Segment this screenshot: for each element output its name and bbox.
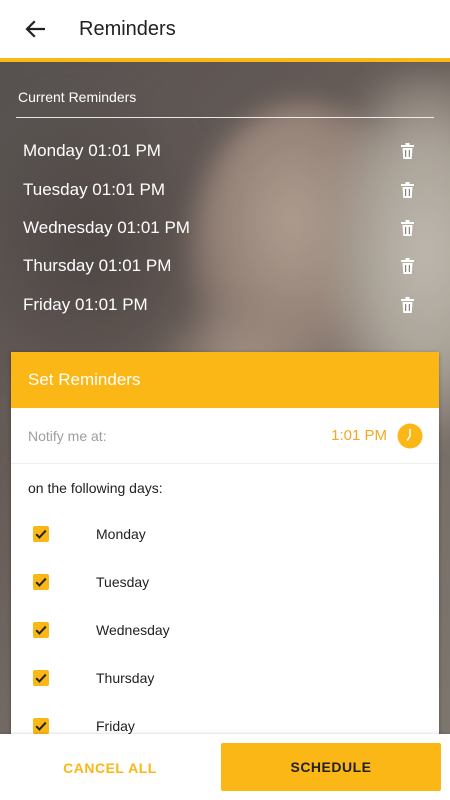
checkmark-icon [35, 529, 47, 539]
bottom-action-bar: CANCEL ALL SCHEDULE [0, 734, 450, 800]
checkbox[interactable] [33, 574, 49, 590]
app-bar: Reminders [0, 0, 450, 58]
reminder-label: Friday 01:01 PM [23, 294, 148, 314]
reminder-label: Thursday 01:01 PM [23, 256, 172, 276]
checkmark-icon [35, 625, 47, 635]
reminder-row: Tuesday 01:01 PM [0, 170, 450, 208]
checkmark-icon [35, 577, 47, 587]
day-label: Thursday [96, 670, 155, 686]
day-option[interactable]: Thursday [11, 654, 439, 702]
trash-icon[interactable] [400, 219, 414, 236]
notify-time-row[interactable]: Notify me at: 1:01 PM [11, 408, 439, 464]
reminder-label: Wednesday 01:01 PM [23, 217, 190, 237]
reminder-row: Thursday 01:01 PM [0, 247, 450, 285]
trash-icon[interactable] [400, 296, 414, 313]
checkbox[interactable] [33, 718, 49, 734]
reminder-row: Monday 01:01 PM [0, 132, 450, 170]
reminder-row: Wednesday 01:01 PM [0, 209, 450, 247]
day-option[interactable]: Monday [11, 510, 439, 558]
back-button[interactable] [0, 0, 70, 58]
trash-icon[interactable] [400, 143, 414, 160]
checkbox[interactable] [33, 622, 49, 638]
day-label: Tuesday [96, 574, 150, 590]
current-reminders-heading: Current Reminders [18, 89, 137, 105]
checkbox[interactable] [33, 670, 49, 686]
reminder-row: Friday 01:01 PM [0, 286, 450, 324]
day-label: Wednesday [96, 622, 170, 638]
current-reminders-list: Monday 01:01 PM Tuesday 01:01 PM Wednesd… [0, 132, 450, 324]
days-list: Monday Tuesday Wednesday Thursday Friday [11, 510, 439, 750]
arrow-left-icon [25, 20, 45, 38]
current-reminders-divider [16, 117, 434, 118]
reminder-label: Tuesday 01:01 PM [23, 179, 166, 199]
trash-icon[interactable] [400, 181, 414, 198]
checkmark-icon [35, 673, 47, 683]
set-reminders-card: Set Reminders Notify me at: 1:01 PM on t… [11, 352, 439, 752]
page-title: Reminders [79, 17, 176, 40]
day-option[interactable]: Tuesday [11, 558, 439, 606]
days-label: on the following days: [28, 480, 163, 496]
clock-icon[interactable] [397, 423, 423, 449]
reminder-label: Monday 01:01 PM [23, 141, 161, 161]
day-label: Friday [96, 718, 135, 734]
trash-icon[interactable] [400, 258, 414, 275]
set-reminders-header: Set Reminders [11, 352, 439, 408]
day-option[interactable]: Wednesday [11, 606, 439, 654]
day-label: Monday [96, 526, 146, 542]
schedule-button[interactable]: SCHEDULE [221, 743, 441, 791]
notify-label: Notify me at: [28, 427, 107, 444]
notify-time-value[interactable]: 1:01 PM [331, 427, 387, 444]
cancel-all-button[interactable]: CANCEL ALL [10, 744, 210, 791]
set-reminders-title: Set Reminders [28, 370, 141, 389]
checkbox[interactable] [33, 526, 49, 542]
checkmark-icon [35, 721, 47, 731]
